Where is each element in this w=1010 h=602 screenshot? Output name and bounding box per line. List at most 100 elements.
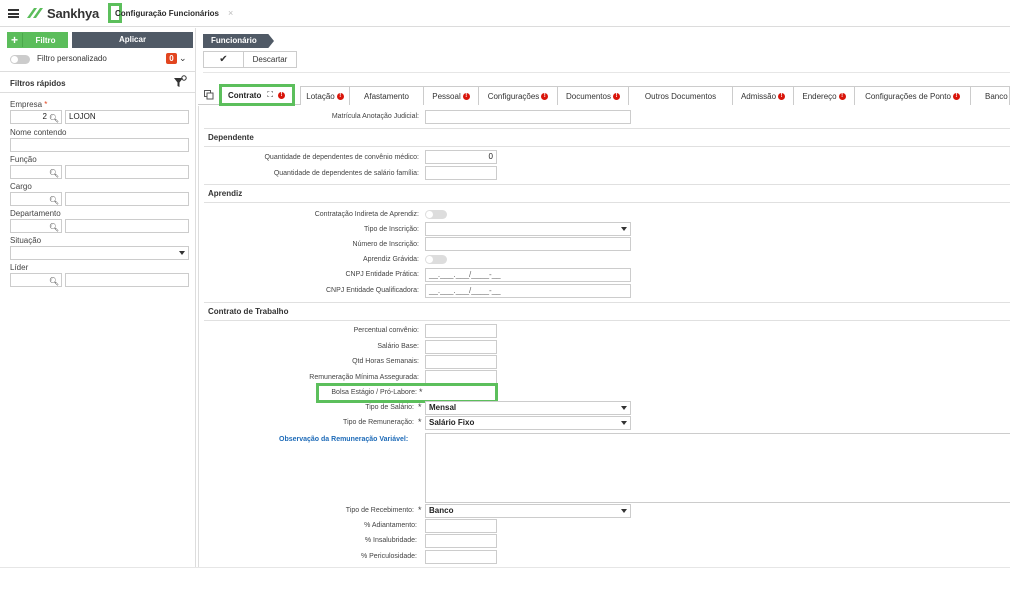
cnpj-pratica-label: CNPJ Entidade Prática:: [345, 271, 419, 278]
empresa-code-input[interactable]: 2 🔍︎: [10, 110, 62, 124]
quick-filters-header: Filtros rápidos: [0, 71, 195, 93]
tab-lotacao[interactable]: Lotação!: [300, 86, 350, 105]
tab-label: Afastamento: [364, 91, 409, 101]
numero-inscricao-input[interactable]: [425, 237, 631, 251]
custom-filter-toggle[interactable]: [10, 55, 30, 64]
expand-icon[interactable]: ⛶: [267, 90, 273, 100]
required-mark: *: [418, 402, 422, 412]
tipo-inscricao-select[interactable]: [425, 222, 631, 236]
remun-minima-input[interactable]: [425, 370, 497, 384]
action-bar: ✔ Descartar: [203, 51, 297, 68]
percentual-label: Percentual convênio:: [353, 327, 419, 334]
periculosidade-input[interactable]: [425, 550, 497, 564]
tab-contrato[interactable]: Contrato ⛶ !: [219, 84, 295, 106]
dep-salario-input[interactable]: [425, 166, 497, 180]
qtd-horas-label: Qtd Horas Semanais:: [352, 358, 419, 365]
contratacao-toggle[interactable]: [425, 210, 447, 219]
divider: [0, 567, 1010, 568]
tab-admissao[interactable]: Admissão!: [732, 86, 794, 105]
tab-endereco[interactable]: Endereço!: [793, 86, 855, 105]
tab-afastamento[interactable]: Afastamento: [349, 86, 424, 105]
custom-filter-label: Filtro personalizado: [37, 54, 107, 63]
aprendiz-gravida-toggle[interactable]: [425, 255, 447, 264]
tipo-salario-value: Mensal: [429, 403, 457, 412]
departamento-name-input[interactable]: [65, 219, 189, 233]
lider-label: Líder: [10, 263, 29, 272]
add-filter-button[interactable]: + Filtro: [7, 32, 68, 48]
cargo-name-input[interactable]: [65, 192, 189, 206]
bolsa-input[interactable]: [426, 386, 495, 400]
salario-base-input[interactable]: [425, 340, 497, 354]
cargo-code-input[interactable]: 🔍︎: [10, 192, 62, 206]
cnpj-pratica-input[interactable]: __.___.___/____-__: [425, 268, 631, 282]
section-dependente: Dependente: [208, 133, 254, 142]
matricula-input[interactable]: [425, 110, 631, 124]
divider: [204, 302, 1010, 303]
close-tab-icon[interactable]: ×: [228, 8, 233, 18]
tab-pessoal[interactable]: Pessoal!: [423, 86, 479, 105]
lider-code-input[interactable]: 🔍︎: [10, 273, 62, 287]
search-icon[interactable]: 🔍︎: [49, 276, 59, 288]
divider: [204, 128, 1010, 129]
empresa-label: Empresa *: [10, 100, 48, 109]
situacao-select[interactable]: [10, 246, 189, 260]
discard-button[interactable]: Descartar: [244, 52, 296, 67]
departamento-code-input[interactable]: 🔍︎: [10, 219, 62, 233]
apply-button[interactable]: Aplicar: [72, 32, 193, 48]
copy-icon[interactable]: [204, 90, 214, 100]
brand-name: Sankhya: [47, 5, 100, 21]
breadcrumb-funcionario[interactable]: Funcionário: [203, 34, 274, 48]
tab-label: Lotação: [306, 91, 335, 101]
dropdown-arrow-icon: [179, 251, 185, 255]
tipo-remuneracao-select[interactable]: Salário Fixo: [425, 416, 631, 430]
empresa-name-input[interactable]: LOJON: [65, 110, 189, 124]
divider: [204, 320, 1010, 321]
section-contrato-trabalho: Contrato de Trabalho: [208, 307, 289, 316]
tipo-remuneracao-label: Tipo de Remuneração:: [343, 419, 414, 426]
tab-configuracoes[interactable]: Configurações!: [478, 86, 558, 105]
error-icon: !: [838, 92, 846, 100]
nome-contendo-input[interactable]: [10, 138, 189, 152]
tab-label: Admissão: [740, 91, 777, 101]
required-mark: *: [418, 417, 422, 427]
search-icon[interactable]: 🔍︎: [49, 113, 59, 125]
adiantamento-label: % Adiantamento:: [364, 522, 417, 529]
contratacao-label: Contratação Indireta de Aprendiz:: [314, 211, 419, 218]
cnpj-qualificadora-input[interactable]: __.___.___/____-__: [425, 284, 631, 298]
tab-configuracoes-ponto[interactable]: Configurações de Ponto!: [854, 86, 971, 105]
percentual-input[interactable]: [425, 324, 497, 338]
tipo-recebimento-value: Banco: [429, 506, 454, 515]
insalubridade-input[interactable]: [425, 534, 497, 548]
hamburger-menu-icon[interactable]: [8, 9, 19, 18]
tipo-salario-select[interactable]: Mensal: [425, 401, 631, 415]
tab-label: Pessoal: [432, 91, 461, 101]
funcao-name-input[interactable]: [65, 165, 189, 179]
chevron-down-icon[interactable]: ⌄: [179, 53, 187, 64]
quick-filters-title: Filtros rápidos: [10, 79, 66, 88]
tab-configuracao-funcionarios[interactable]: Configuração Funcionários: [108, 3, 219, 23]
confirm-check-icon[interactable]: ✔: [204, 52, 244, 67]
top-bar: Sankhya Configuração Funcionários ×: [0, 0, 1010, 27]
adiantamento-input[interactable]: [425, 519, 497, 533]
funcao-code-input[interactable]: 🔍︎: [10, 165, 62, 179]
tab-outros-documentos[interactable]: Outros Documentos: [628, 86, 733, 105]
tab-label: Configurações de Ponto: [865, 91, 951, 101]
error-icon: !: [541, 92, 549, 100]
tab-documentos[interactable]: Documentos!: [557, 86, 629, 105]
lider-name-input[interactable]: [65, 273, 189, 287]
dep-convenio-input[interactable]: 0: [425, 150, 497, 164]
qtd-horas-input[interactable]: [425, 355, 497, 369]
dep-convenio-label: Quantidade de dependentes de convênio mé…: [264, 154, 419, 161]
tipo-recebimento-select[interactable]: Banco: [425, 504, 631, 518]
filter-settings-icon[interactable]: [173, 75, 187, 89]
search-icon[interactable]: 🔍︎: [49, 168, 59, 180]
tipo-recebimento-label: Tipo de Recebimento:: [345, 507, 414, 514]
search-icon[interactable]: 🔍︎: [49, 195, 59, 207]
error-icon: !: [336, 92, 344, 100]
observacao-label: Observação da Remuneração Variável:: [279, 436, 409, 443]
search-icon[interactable]: 🔍︎: [49, 222, 59, 234]
periculosidade-label: % Periculosidade:: [360, 553, 417, 560]
observacao-textarea[interactable]: [425, 433, 1010, 503]
required-mark: *: [418, 505, 422, 515]
tab-banco[interactable]: Banco: [970, 86, 1010, 105]
